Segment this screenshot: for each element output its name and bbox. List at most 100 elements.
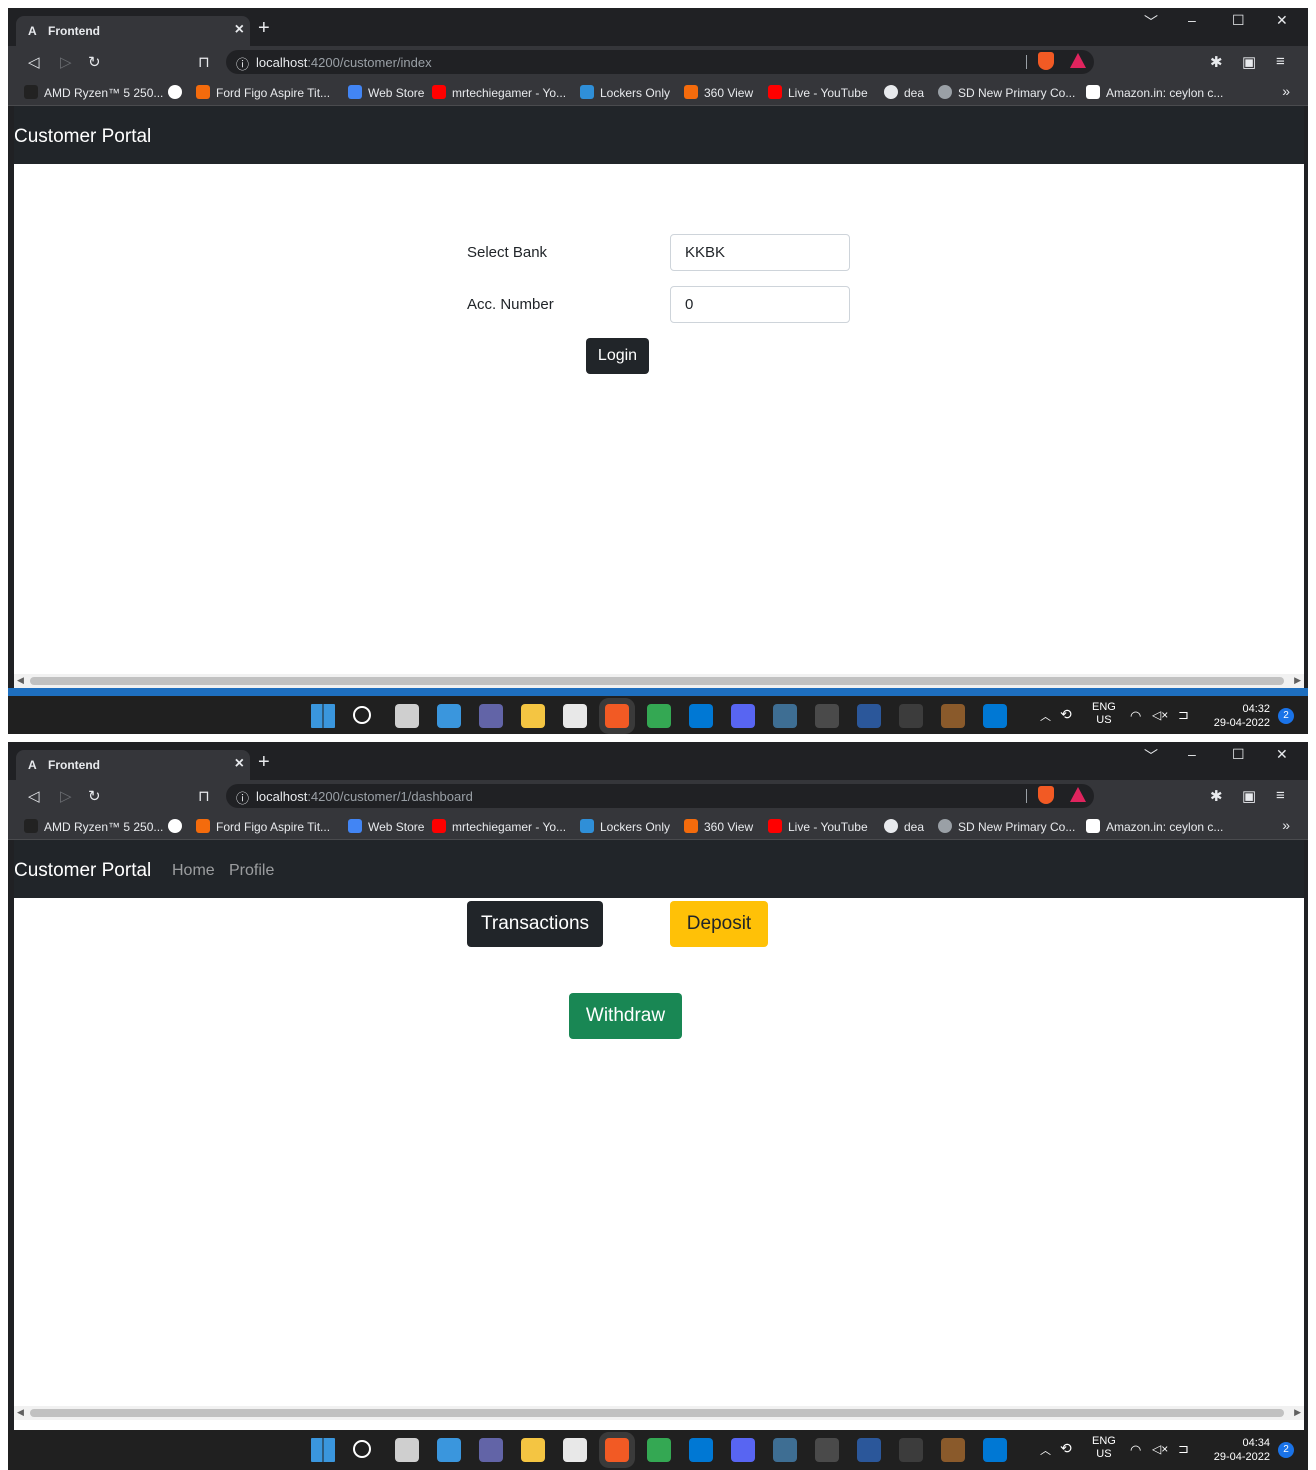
tray-chevron-icon[interactable]: ︿ [1040, 1442, 1051, 1458]
forward-icon[interactable]: ▷ [60, 787, 72, 805]
reload-icon[interactable]: ↻ [88, 53, 101, 71]
language-indicator[interactable]: ENG US [1092, 1435, 1116, 1461]
transactions-button[interactable]: Transactions [467, 901, 603, 947]
windows-start-icon[interactable] [311, 1438, 335, 1462]
bookmark-item[interactable]: mrtechiegamer - Yo... [432, 819, 566, 834]
game-icon[interactable] [941, 1438, 965, 1462]
search-icon[interactable] [353, 706, 371, 724]
chrome-icon[interactable] [647, 704, 671, 728]
task-view-icon[interactable] [395, 704, 419, 728]
back-icon[interactable]: ◁ [28, 53, 40, 71]
search-icon[interactable] [353, 1440, 371, 1458]
brave-icon[interactable] [605, 1438, 629, 1462]
terminal-icon[interactable] [899, 1438, 923, 1462]
network-sync-icon[interactable]: ⟲ [1060, 706, 1072, 723]
horizontal-scrollbar[interactable]: ◀ ▶ [14, 674, 1304, 688]
brave-shield-icon[interactable] [1038, 52, 1054, 70]
terminal-icon[interactable] [899, 704, 923, 728]
discord-icon[interactable] [731, 1438, 755, 1462]
new-tab-icon[interactable]: + [258, 17, 270, 40]
brave-shield-icon[interactable] [1038, 786, 1054, 804]
battery-icon[interactable]: ⊐ [1178, 1441, 1189, 1457]
minimize-icon[interactable]: – [1188, 746, 1196, 762]
mysql-workbench-icon[interactable] [773, 1438, 797, 1462]
microsoft-store-icon[interactable] [563, 1438, 587, 1462]
bookmark-item[interactable]: dea [884, 819, 924, 834]
widgets-icon[interactable] [437, 1438, 461, 1462]
wifi-icon[interactable]: ◠ [1130, 1442, 1141, 1458]
mail-icon[interactable] [689, 704, 713, 728]
login-button[interactable]: Login [586, 338, 649, 374]
network-sync-icon[interactable]: ⟲ [1060, 1440, 1072, 1457]
bookmark-item[interactable]: Amazon.in: ceylon c... [1086, 819, 1223, 834]
select-bank-input[interactable]: KKBK [670, 234, 850, 271]
close-window-icon[interactable]: ✕ [1276, 746, 1288, 763]
battery-icon[interactable]: ⊐ [1178, 707, 1189, 723]
nav-profile-link[interactable]: Profile [229, 862, 274, 880]
bookmark-item[interactable]: Ford Figo Aspire Tit... [196, 819, 330, 834]
menu-icon[interactable]: ≡ [1276, 53, 1285, 70]
bookmark-item[interactable]: AMD Ryzen™ 5 250... [24, 85, 163, 100]
bookmark-item[interactable]: Lockers Only [580, 85, 670, 100]
bookmark-item[interactable] [168, 85, 188, 100]
bookmark-item[interactable]: 360 View [684, 85, 753, 100]
mysql-shell-icon[interactable] [815, 704, 839, 728]
site-info-icon[interactable]: ⓘ [236, 788, 249, 807]
bookmark-item[interactable]: SD New Primary Co... [938, 85, 1075, 100]
url-text[interactable]: localhost:4200/customer/index [256, 55, 432, 70]
url-text[interactable]: localhost:4200/customer/1/dashboard [256, 789, 473, 804]
bookmark-item[interactable]: dea [884, 85, 924, 100]
discord-icon[interactable] [731, 704, 755, 728]
volume-muted-icon[interactable]: ◁× [1152, 1442, 1168, 1456]
wifi-icon[interactable]: ◠ [1130, 708, 1141, 724]
bookmark-item[interactable]: Live - YouTube [768, 85, 868, 100]
bookmark-item[interactable]: Web Store [348, 819, 424, 834]
file-explorer-icon[interactable] [521, 1438, 545, 1462]
mysql-shell-icon[interactable] [815, 1438, 839, 1462]
bookmark-item[interactable]: Amazon.in: ceylon c... [1086, 85, 1223, 100]
bookmark-icon[interactable]: ⊓ [198, 787, 210, 805]
vscode-icon[interactable] [983, 1438, 1007, 1462]
notification-badge[interactable]: 2 [1278, 1442, 1294, 1458]
bookmark-item[interactable]: SD New Primary Co... [938, 819, 1075, 834]
address-bar[interactable]: ⓘ localhost:4200/customer/index [226, 50, 1094, 74]
new-tab-icon[interactable]: + [258, 751, 270, 774]
forward-icon[interactable]: ▷ [60, 53, 72, 71]
tab-close-icon[interactable]: × [235, 21, 244, 39]
tab-close-icon[interactable]: × [235, 755, 244, 773]
more-bookmarks-icon[interactable]: » [1282, 817, 1290, 833]
teams-chat-icon[interactable] [479, 1438, 503, 1462]
bookmark-icon[interactable]: ⊓ [198, 53, 210, 71]
scrollbar-thumb[interactable] [30, 677, 1284, 685]
reload-icon[interactable]: ↻ [88, 787, 101, 805]
task-view-icon[interactable] [395, 1438, 419, 1462]
address-bar[interactable]: ⓘ localhost:4200/customer/1/dashboard [226, 784, 1094, 808]
menu-icon[interactable]: ≡ [1276, 787, 1285, 804]
bookmark-item[interactable] [168, 819, 188, 834]
scroll-right-icon[interactable]: ▶ [1294, 1407, 1301, 1418]
clock[interactable]: 04:32 29-04-2022 [1214, 702, 1270, 730]
withdraw-button[interactable]: Withdraw [569, 993, 682, 1039]
wallet-icon[interactable]: ▣ [1242, 787, 1256, 805]
bookmark-item[interactable]: Web Store [348, 85, 424, 100]
bookmark-item[interactable]: Ford Figo Aspire Tit... [196, 85, 330, 100]
more-bookmarks-icon[interactable]: » [1282, 83, 1290, 99]
nav-home-link[interactable]: Home [172, 862, 215, 880]
wallet-icon[interactable]: ▣ [1242, 53, 1256, 71]
scroll-right-icon[interactable]: ▶ [1294, 675, 1301, 686]
windows-start-icon[interactable] [311, 704, 335, 728]
back-icon[interactable]: ◁ [28, 787, 40, 805]
close-window-icon[interactable]: ✕ [1276, 12, 1288, 29]
word-icon[interactable] [857, 1438, 881, 1462]
game-icon[interactable] [941, 704, 965, 728]
brave-rewards-icon[interactable] [1070, 787, 1086, 802]
deposit-button[interactable]: Deposit [670, 901, 768, 947]
brave-rewards-icon[interactable] [1070, 53, 1086, 68]
tab-search-icon[interactable]: ﹀ [1144, 746, 1158, 766]
navbar-brand[interactable]: Customer Portal [14, 860, 151, 882]
bookmark-item[interactable]: Lockers Only [580, 819, 670, 834]
bookmark-item[interactable]: AMD Ryzen™ 5 250... [24, 819, 163, 834]
extensions-icon[interactable]: ✱ [1210, 787, 1223, 805]
vscode-icon[interactable] [983, 704, 1007, 728]
mail-icon[interactable] [689, 1438, 713, 1462]
